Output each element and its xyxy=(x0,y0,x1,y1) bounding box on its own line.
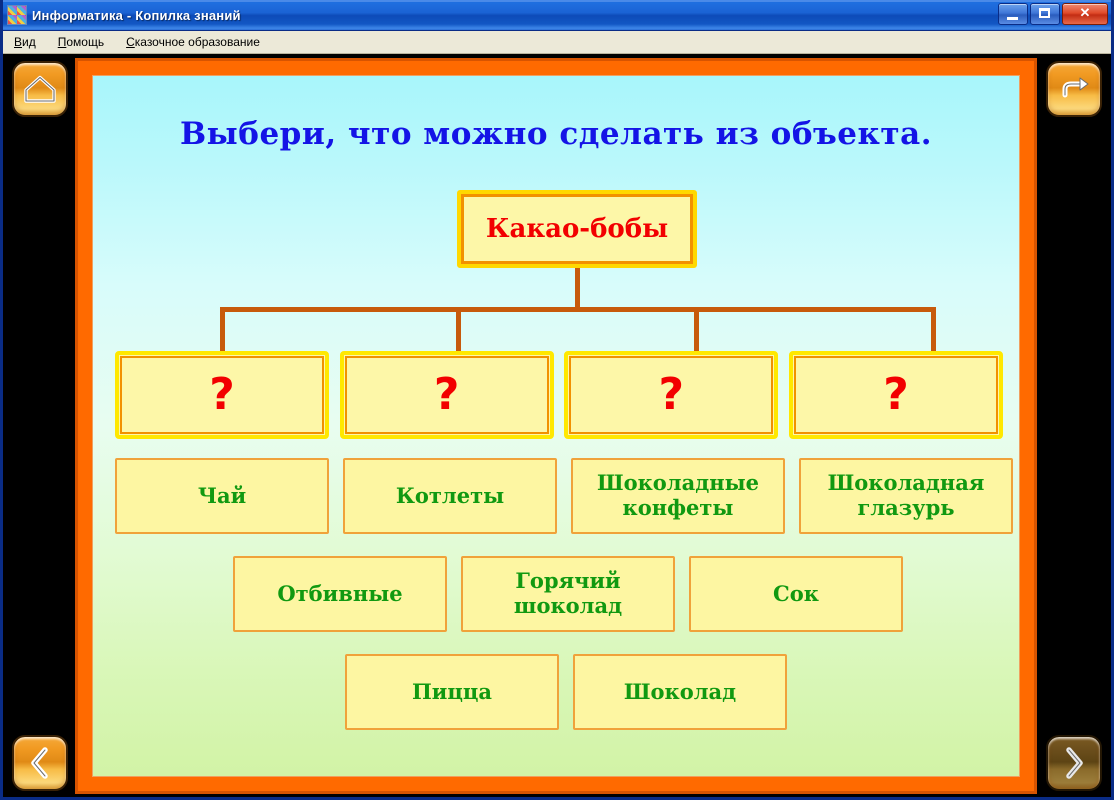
answer-label: Сок xyxy=(773,580,819,606)
maximize-button[interactable] xyxy=(1030,3,1060,25)
menu-accesskey: С xyxy=(126,35,135,49)
menu-item-view[interactable]: Вид xyxy=(11,34,39,50)
title-bar: Информатика - Копилка знаний ✕ xyxy=(3,0,1111,31)
answer-row: Пицца Шоколад xyxy=(345,654,787,730)
answer-label: Отбивные xyxy=(277,580,403,606)
slide: Выбери, что можно сделать из объекта. Ка… xyxy=(92,75,1020,777)
answer-option[interactable]: Котлеты xyxy=(343,458,557,534)
menu-accesskey: В xyxy=(14,35,23,49)
window-controls: ✕ xyxy=(998,3,1108,25)
connector-vertical-root xyxy=(575,268,580,310)
answer-option[interactable]: Чай xyxy=(115,458,329,534)
answer-option[interactable]: Шоколадная глазурь xyxy=(799,458,1013,534)
question-slot[interactable]: ? xyxy=(339,351,554,439)
question-slot[interactable]: ? xyxy=(564,351,779,439)
home-icon xyxy=(23,74,57,104)
tree-root-label: Какао-бобы xyxy=(485,214,669,244)
exit-button[interactable] xyxy=(1046,61,1102,117)
answer-option[interactable]: Шоколад xyxy=(573,654,787,730)
connector-horizontal-bus xyxy=(220,307,936,312)
application-window: Информатика - Копилка знаний ✕ Вид Помощ… xyxy=(0,0,1114,800)
answer-label: Котлеты xyxy=(395,482,505,508)
chevron-right-icon xyxy=(1060,746,1088,780)
connector-vertical-3 xyxy=(694,307,699,353)
question-mark-label: ? xyxy=(658,369,685,420)
answer-option[interactable]: Пицца xyxy=(345,654,559,730)
menu-item-help[interactable]: Помощь xyxy=(55,34,107,50)
close-button[interactable]: ✕ xyxy=(1062,3,1108,25)
window-title: Информатика - Копилка знаний xyxy=(32,7,241,23)
app-icon xyxy=(7,5,27,25)
minimize-button[interactable] xyxy=(998,3,1028,25)
maximize-icon xyxy=(1039,8,1050,18)
menu-label: казочное образование xyxy=(134,35,260,49)
answer-row: Отбивные Горячий шоколад Сок xyxy=(233,556,903,632)
menu-bar: Вид Помощь Сказочное образование xyxy=(3,31,1111,54)
page-title: Выбери, что можно сделать из объекта. xyxy=(179,116,932,152)
question-slot[interactable]: ? xyxy=(115,351,329,439)
tree-root-node: Какао-бобы xyxy=(457,190,697,268)
answer-row: Чай Котлеты Шоколадные конфеты Шоколадна… xyxy=(115,458,1013,534)
minimize-icon xyxy=(1007,17,1018,20)
question-mark-label: ? xyxy=(209,369,235,420)
menu-label: ид xyxy=(22,35,36,49)
connector-vertical-2 xyxy=(456,307,461,353)
question-mark-label: ? xyxy=(883,369,909,420)
answer-label: Пицца xyxy=(411,678,493,704)
answer-label: Шоколад xyxy=(623,678,737,704)
answer-option[interactable]: Отбивные xyxy=(233,556,447,632)
exit-arrow-icon xyxy=(1057,75,1091,103)
content-frame: Выбери, что можно сделать из объекта. Ка… xyxy=(75,58,1037,794)
answer-option[interactable]: Горячий шоколад xyxy=(461,556,675,632)
menu-item-fairytale-education[interactable]: Сказочное образование xyxy=(123,34,263,50)
answer-label: Горячий шоколад xyxy=(513,568,623,618)
connector-vertical-1 xyxy=(220,307,225,353)
answer-label: Шоколадные конфеты xyxy=(596,470,759,520)
stage: Выбери, что можно сделать из объекта. Ка… xyxy=(3,55,1111,797)
question-slot[interactable]: ? xyxy=(788,351,1003,439)
next-button[interactable] xyxy=(1046,735,1102,791)
answer-label: Шоколадная глазурь xyxy=(827,470,985,520)
connector-vertical-4 xyxy=(931,307,936,353)
answer-option[interactable]: Шоколадные конфеты xyxy=(571,458,785,534)
question-slot-row: ? ? ? ? xyxy=(115,351,1003,439)
question-mark-label: ? xyxy=(433,369,460,420)
chevron-left-icon xyxy=(26,746,54,780)
answer-option[interactable]: Сок xyxy=(689,556,903,632)
menu-label: омощь xyxy=(66,35,105,49)
previous-button[interactable] xyxy=(12,735,68,791)
close-icon: ✕ xyxy=(1079,5,1091,20)
answer-label: Чай xyxy=(197,482,247,508)
home-button[interactable] xyxy=(12,61,68,117)
